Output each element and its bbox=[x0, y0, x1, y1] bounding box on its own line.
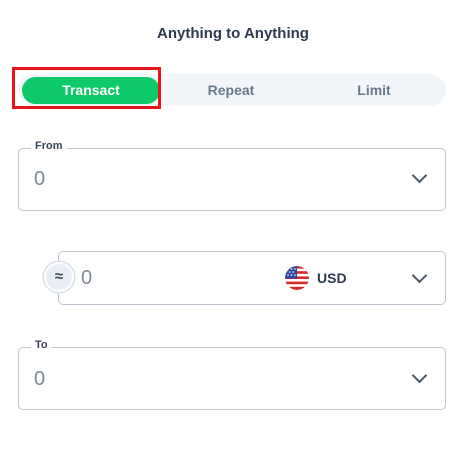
tab-limit[interactable]: Limit bbox=[303, 74, 445, 106]
tab-repeat[interactable]: Repeat bbox=[163, 74, 299, 106]
from-field[interactable]: From 0 bbox=[18, 140, 446, 211]
conversion-amount-input[interactable]: 0 bbox=[81, 267, 92, 290]
chevron-down-icon[interactable] bbox=[411, 167, 428, 184]
to-amount-input[interactable]: 0 bbox=[34, 368, 45, 391]
chevron-down-icon[interactable] bbox=[411, 367, 428, 384]
approx-equal-icon: ≈ bbox=[44, 262, 74, 292]
conversion-field[interactable]: 0 USD bbox=[58, 251, 446, 305]
us-flag-icon bbox=[285, 266, 309, 290]
highlight-box bbox=[12, 67, 161, 109]
from-amount-input[interactable]: 0 bbox=[34, 168, 45, 191]
currency-selector[interactable]: USD bbox=[285, 265, 347, 291]
page-title: Anything to Anything bbox=[157, 25, 309, 42]
to-label: To bbox=[31, 339, 52, 351]
currency-code: USD bbox=[317, 270, 347, 286]
from-label: From bbox=[31, 140, 67, 152]
chevron-down-icon[interactable] bbox=[411, 267, 428, 284]
to-field[interactable]: To 0 bbox=[18, 339, 446, 410]
